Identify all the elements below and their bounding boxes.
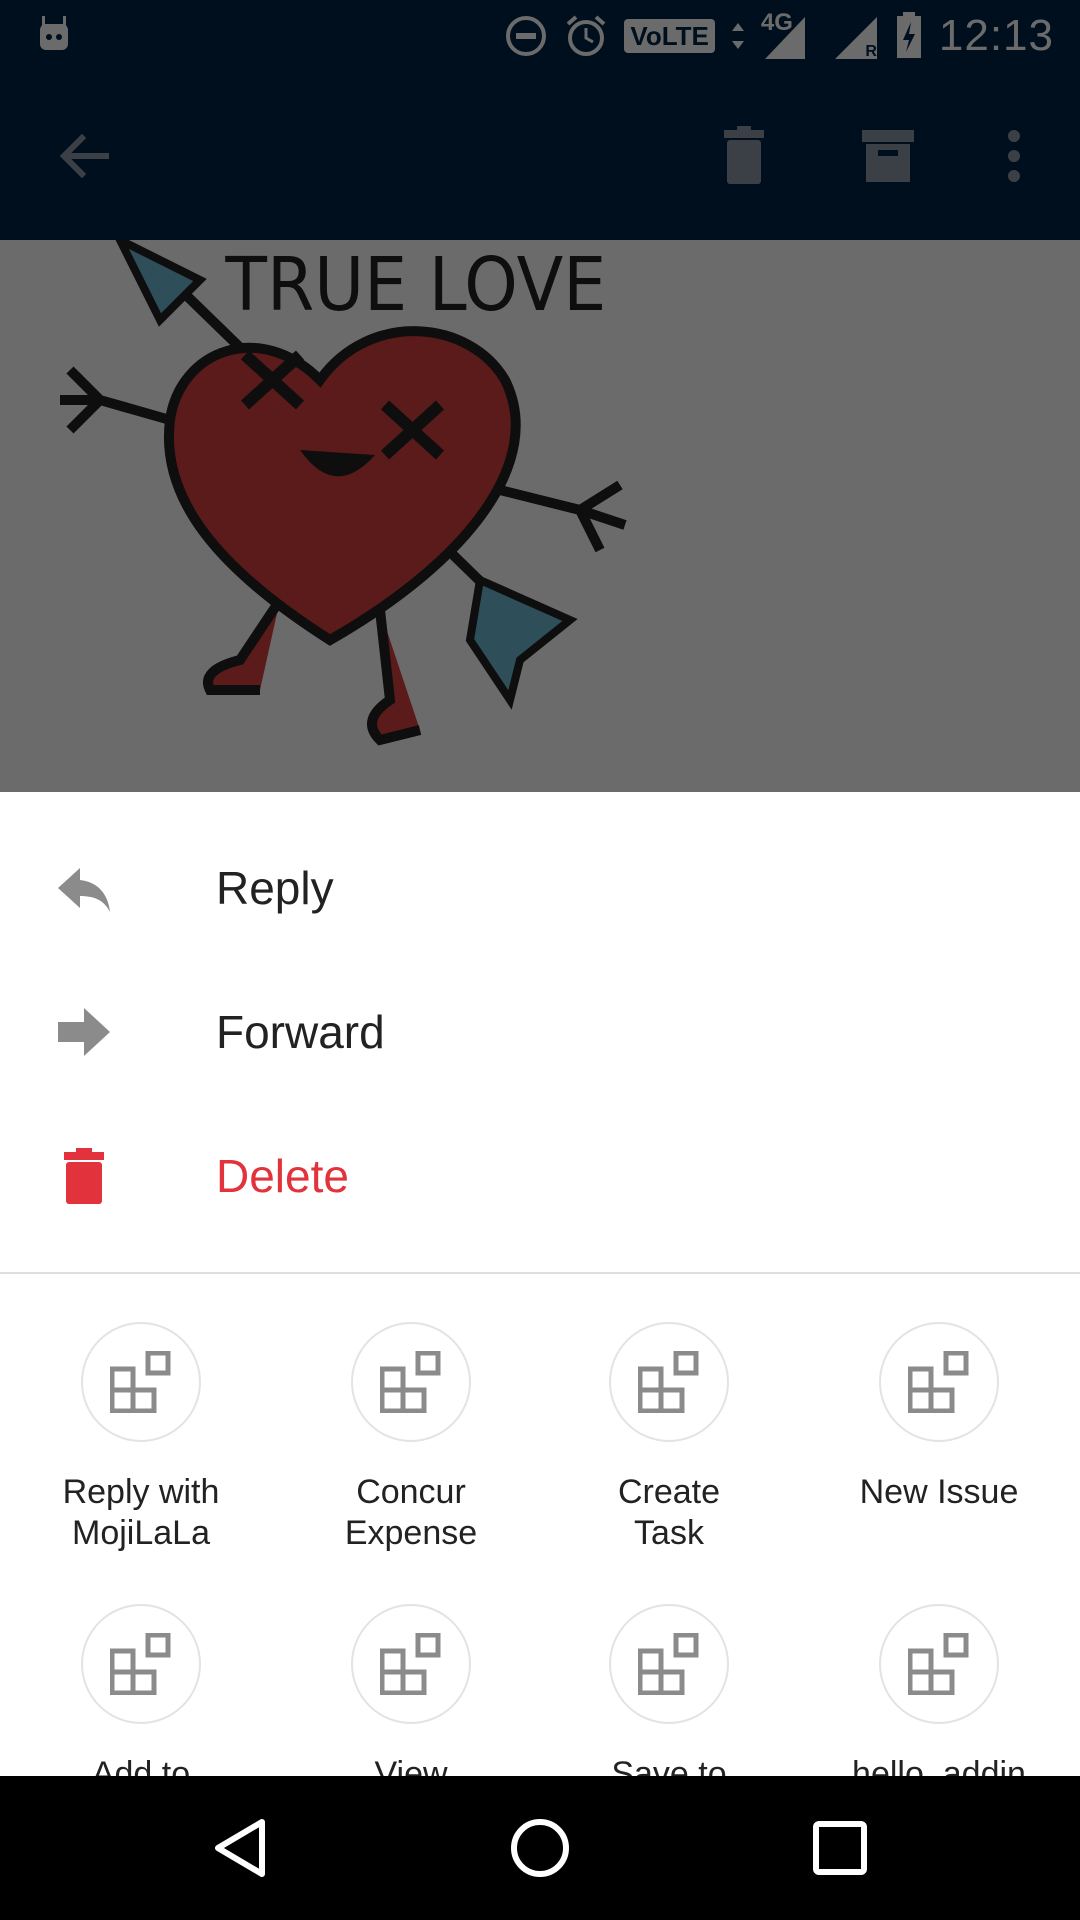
data-arrows-icon xyxy=(731,23,744,49)
clock: 12:13 xyxy=(938,11,1054,60)
trash-icon xyxy=(724,126,764,184)
message-actions-sheet: Reply Forward Delete Reply with MojiLaLa xyxy=(0,792,1080,1776)
addin-grid-icon xyxy=(380,1633,441,1695)
recents-square-icon xyxy=(813,1821,867,1875)
cell-signal-2: R xyxy=(833,11,879,61)
forward-icon xyxy=(58,1008,110,1056)
addin-concur-expense[interactable]: Concur Expense xyxy=(276,1322,546,1582)
addin-icon-circle xyxy=(609,1322,729,1442)
addin-add-to[interactable]: Add to xyxy=(6,1604,276,1776)
reply-action[interactable]: Reply xyxy=(0,816,1080,960)
addin-icon-circle xyxy=(609,1604,729,1724)
back-button[interactable] xyxy=(44,116,124,196)
nav-back-button[interactable] xyxy=(204,1812,276,1884)
do-not-disturb-icon xyxy=(506,16,547,56)
sheet-divider xyxy=(0,1272,1080,1274)
addin-label: hello_addin xyxy=(852,1755,1026,1776)
addin-reply-with-mojilala[interactable]: Reply with MojiLaLa xyxy=(6,1322,276,1582)
addin-icon-circle xyxy=(81,1604,201,1724)
more-options-button[interactable] xyxy=(974,116,1054,196)
back-arrow-icon xyxy=(59,133,109,179)
delete-action[interactable]: Delete xyxy=(0,1104,1080,1248)
addin-icon-circle xyxy=(351,1322,471,1442)
archive-button[interactable] xyxy=(848,116,928,196)
addin-label: Save to xyxy=(611,1755,727,1776)
addin-grid-icon xyxy=(110,1633,171,1695)
addin-label: New Issue xyxy=(859,1473,1019,1511)
alarm-icon xyxy=(567,15,606,56)
addin-grid-icon xyxy=(380,1351,441,1413)
addin-icon-circle xyxy=(879,1604,999,1724)
addin-icon-circle xyxy=(879,1322,999,1442)
addin-grid-icon xyxy=(638,1351,699,1413)
navigation-bar xyxy=(0,1776,1080,1920)
roaming-label: R xyxy=(865,43,877,60)
addin-label: Create Task xyxy=(617,1473,721,1552)
addin-label: Concur Expense xyxy=(344,1473,478,1552)
addin-label: View xyxy=(374,1755,448,1776)
delete-label: Delete xyxy=(216,1150,349,1202)
addin-icon-circle xyxy=(81,1322,201,1442)
cell-signal-1: 4G R xyxy=(761,11,817,61)
status-bar: VoLTE 4G R R 12:13 xyxy=(0,0,1080,72)
email-body: TRUE LOVE xyxy=(0,240,1080,792)
roaming-label: R xyxy=(805,43,817,60)
nav-recents-button[interactable] xyxy=(804,1812,876,1884)
addin-save-to[interactable]: Save to xyxy=(534,1604,804,1776)
forward-label: Forward xyxy=(216,1006,385,1058)
nav-home-button[interactable] xyxy=(504,1812,576,1884)
addin-grid-icon xyxy=(638,1633,699,1695)
trash-icon xyxy=(64,1148,104,1204)
sticker-caption: TRUE LOVE xyxy=(224,241,606,327)
addin-hello-addin[interactable]: hello_addin xyxy=(804,1604,1074,1776)
battery-icon xyxy=(896,12,921,58)
addin-icon-circle xyxy=(351,1604,471,1724)
addin-new-issue[interactable]: New Issue xyxy=(804,1322,1074,1582)
delete-toolbar-button[interactable] xyxy=(704,116,784,196)
app-bar xyxy=(0,72,1080,240)
back-triangle-icon xyxy=(215,1819,265,1877)
addin-create-task[interactable]: Create Task xyxy=(534,1322,804,1582)
addin-label: Add to xyxy=(91,1755,191,1776)
addin-grid-icon xyxy=(908,1351,969,1413)
reply-icon xyxy=(58,868,110,912)
addin-grid-icon xyxy=(908,1633,969,1695)
android-robot-icon xyxy=(40,16,68,50)
addin-label: Reply with MojiLaLa xyxy=(62,1473,220,1552)
forward-action[interactable]: Forward xyxy=(0,960,1080,1104)
volte-badge: VoLTE xyxy=(624,19,715,53)
home-circle-icon xyxy=(511,1819,569,1877)
archive-icon xyxy=(862,130,914,182)
addin-view[interactable]: View xyxy=(276,1604,546,1776)
more-vertical-icon xyxy=(1008,130,1020,182)
true-love-sticker-image: TRUE LOVE xyxy=(60,240,627,746)
reply-label: Reply xyxy=(216,862,334,914)
addin-grid-icon xyxy=(110,1351,171,1413)
